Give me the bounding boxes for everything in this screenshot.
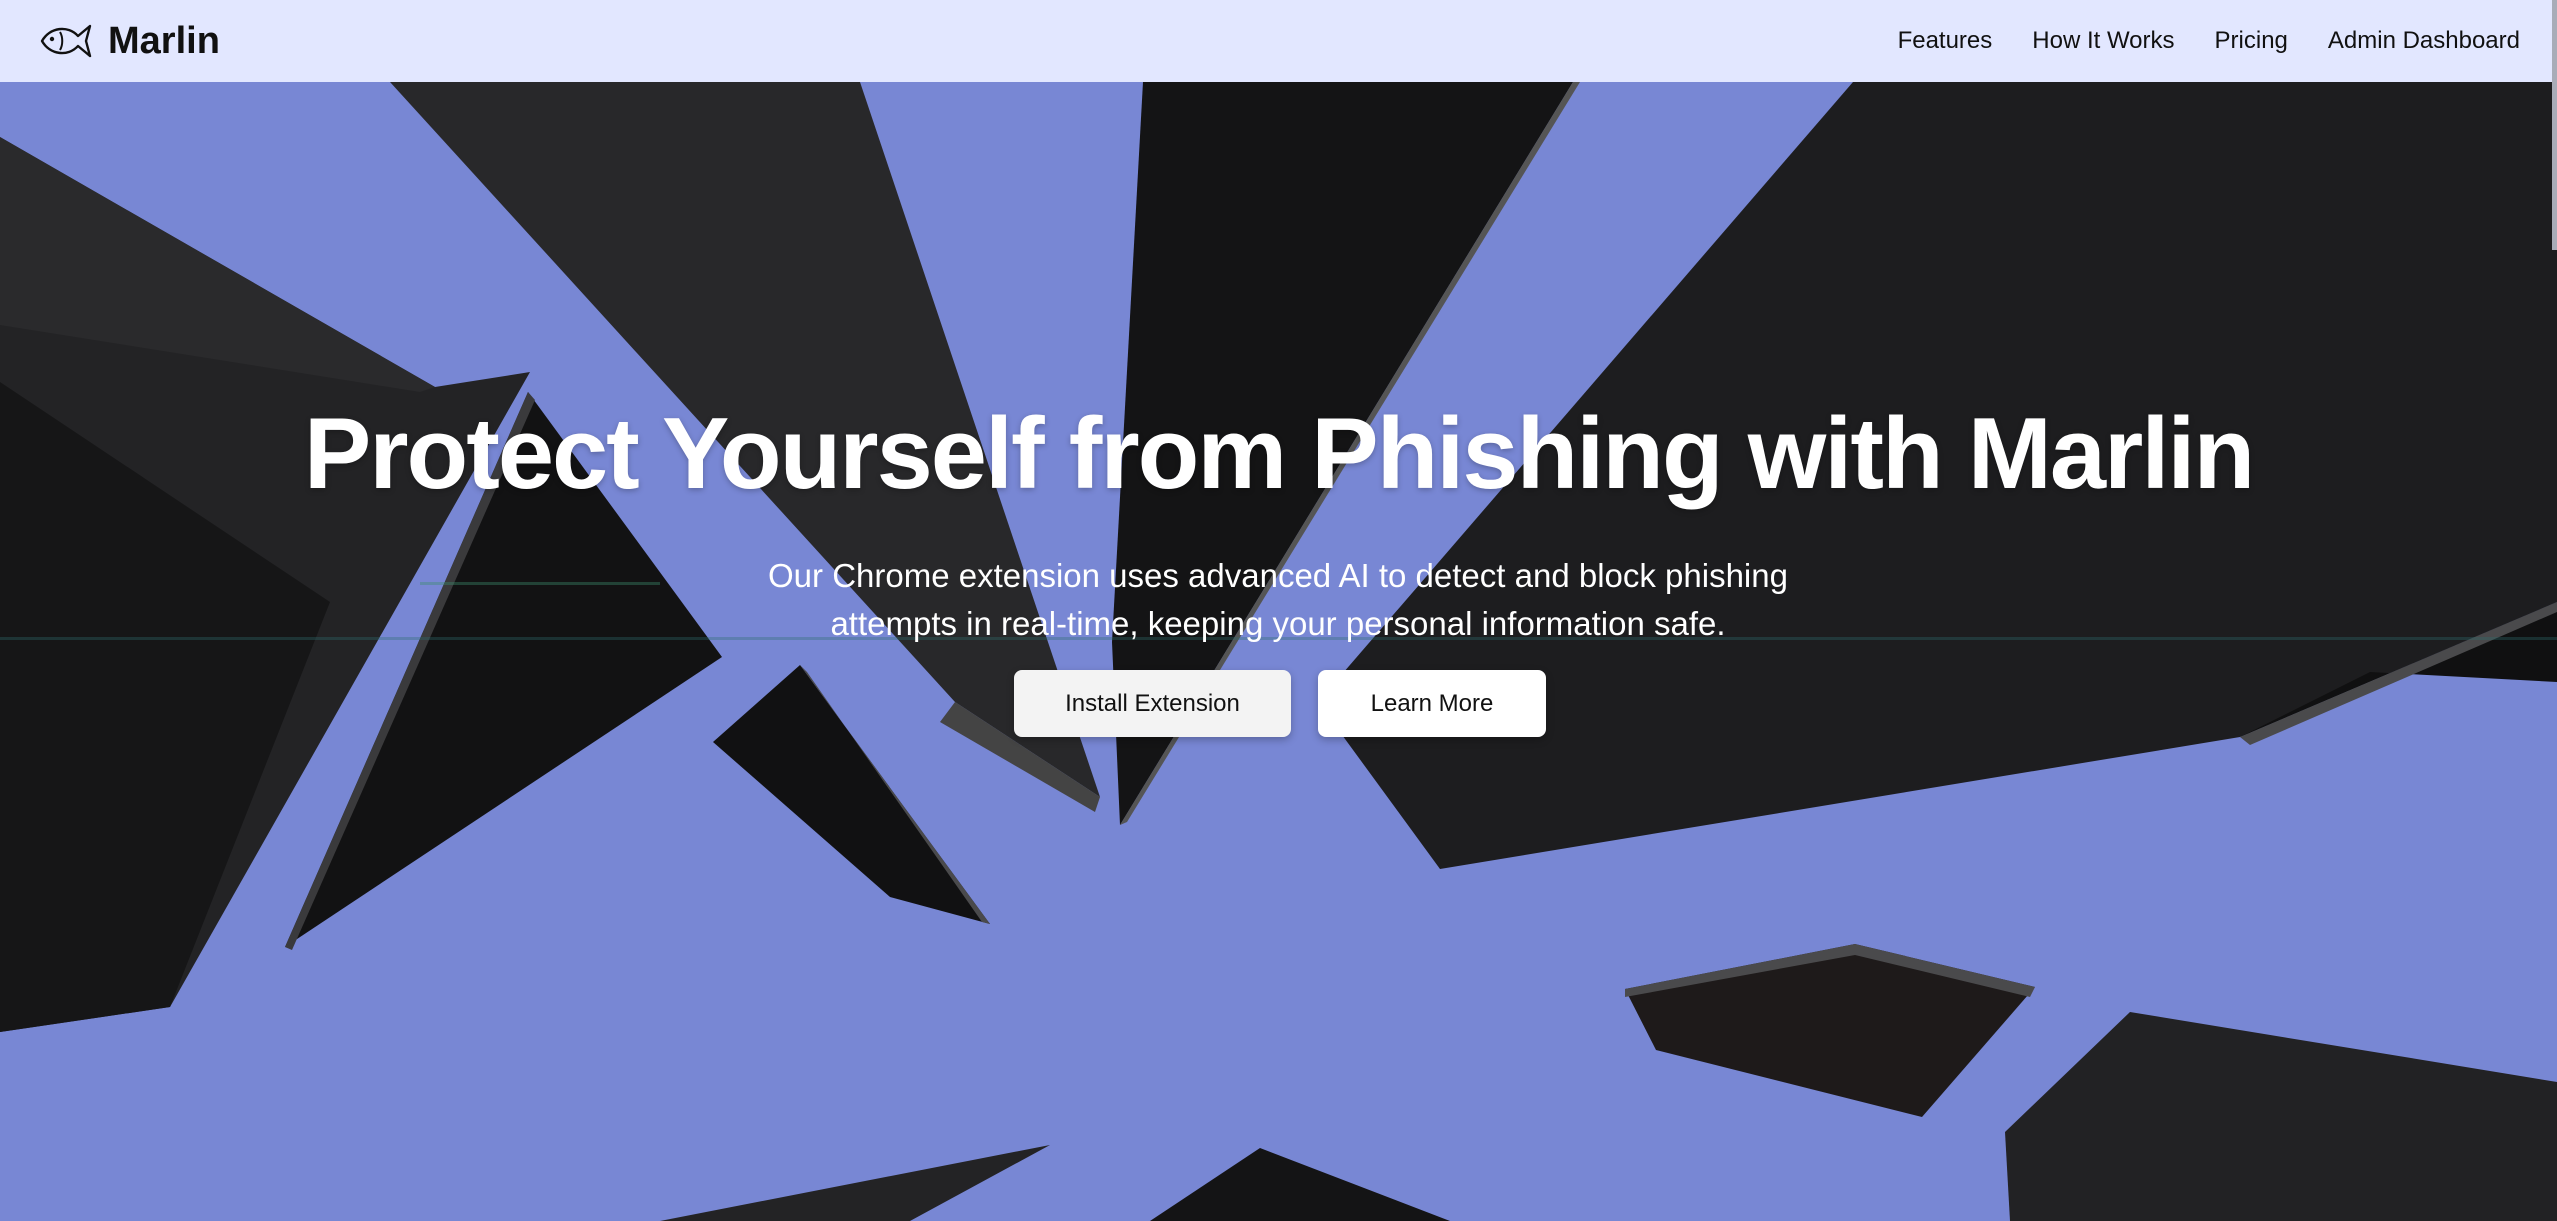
- brand-name: Marlin: [108, 19, 220, 62]
- nav-link-admin-dashboard[interactable]: Admin Dashboard: [2328, 27, 2520, 55]
- page-scrollbar[interactable]: [2552, 0, 2557, 250]
- nav-link-pricing[interactable]: Pricing: [2215, 27, 2288, 55]
- nav-link-features[interactable]: Features: [1898, 27, 1993, 55]
- learn-more-button[interactable]: Learn More: [1318, 670, 1546, 737]
- hero-title: Protect Yourself from Phishing with Marl…: [303, 398, 2255, 510]
- top-navbar: Marlin Features How It Works Pricing Adm…: [0, 0, 2557, 82]
- hero-subtitle: Our Chrome extension uses advanced AI to…: [768, 557, 1788, 642]
- hero-section: Protect Yourself from Phishing with Marl…: [0, 82, 2557, 1221]
- fish-icon: [40, 24, 92, 58]
- nav-links: Features How It Works Pricing Admin Dash…: [1898, 27, 2520, 55]
- nav-link-how-it-works[interactable]: How It Works: [2032, 27, 2174, 55]
- hero-shard-background: [0, 82, 2557, 1221]
- brand[interactable]: Marlin: [38, 20, 220, 63]
- install-extension-button[interactable]: Install Extension: [1014, 670, 1291, 737]
